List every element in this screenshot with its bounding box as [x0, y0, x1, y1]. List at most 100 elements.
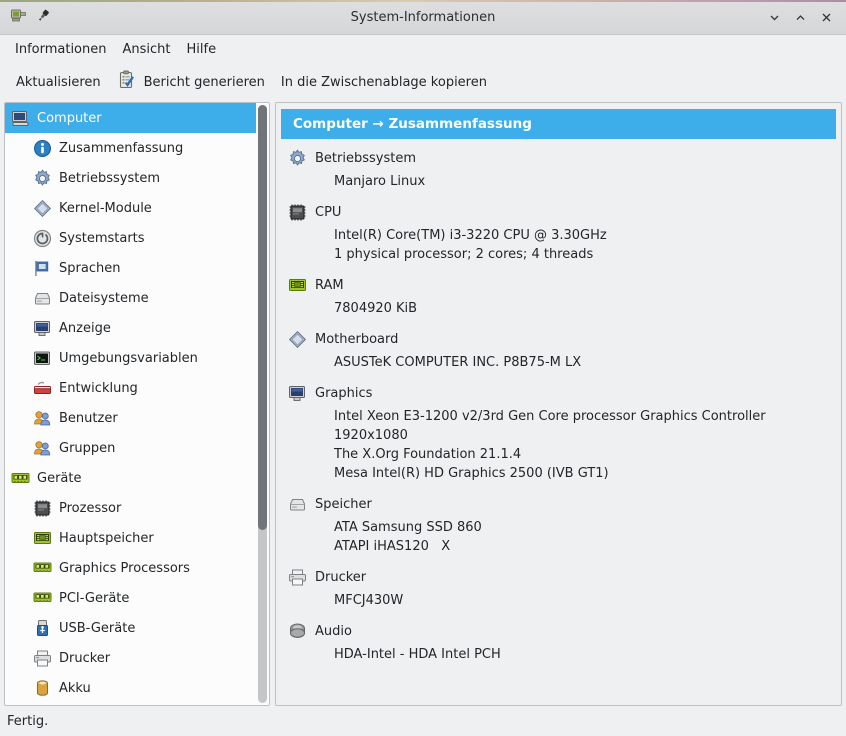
sidebar-item-graphics-processors[interactable]: Graphics Processors — [5, 553, 256, 583]
info-group-title: CPU — [315, 205, 341, 220]
info-group-ram: RAM7804920 KiB — [288, 276, 841, 318]
sidebar-item-label: Drucker — [59, 651, 110, 666]
generate-report-button[interactable]: Bericht generieren — [109, 66, 273, 98]
scrollbar-thumb[interactable] — [258, 105, 267, 530]
battery-icon — [33, 679, 52, 698]
expansion-card-icon — [33, 589, 52, 608]
sidebar-item-systemstarts[interactable]: Systemstarts — [5, 223, 256, 253]
toolbar-report-label: Bericht generieren — [144, 75, 265, 90]
sidebar-item-benutzer[interactable]: Benutzer — [5, 403, 256, 433]
sidebar-item-label: Systemstarts — [59, 231, 145, 246]
info-group-value: ASUSTeK COMPUTER INC. P8B75-M LX — [288, 353, 841, 372]
harddisk-icon — [288, 495, 307, 514]
info-group-value: ATA Samsung SSD 860 ATAPI iHAS120 X — [288, 518, 841, 556]
info-group-title: Motherboard — [315, 332, 398, 347]
sidebar-item-pci-ger-te[interactable]: PCI-Geräte — [5, 583, 256, 613]
sidebar-item-entwicklung[interactable]: Entwicklung — [5, 373, 256, 403]
sidebar-item-dateisysteme[interactable]: Dateisysteme — [5, 283, 256, 313]
users-icon — [33, 409, 52, 428]
info-group-title: Audio — [315, 624, 352, 639]
sidebar-item-sensoren[interactable]: Sensoren — [5, 703, 256, 705]
menubar: Informationen Ansicht Hilfe — [0, 35, 846, 64]
info-group-header: Graphics — [288, 384, 841, 403]
sidebar-item-label: Umgebungsvariablen — [59, 351, 198, 366]
info-group-header: Speicher — [288, 495, 841, 514]
menu-informationen[interactable]: Informationen — [7, 39, 115, 60]
window-controls — [762, 5, 846, 29]
sidebar-item-betriebssystem[interactable]: Betriebssystem — [5, 163, 256, 193]
info-group-audio: AudioHDA-Intel - HDA Intel PCH — [288, 622, 841, 664]
computer-app-icon[interactable] — [10, 7, 27, 28]
refresh-button[interactable]: Aktualisieren — [8, 71, 109, 94]
sidebar-item-hauptspeicher[interactable]: Hauptspeicher — [5, 523, 256, 553]
titlebar-left-icons — [0, 7, 51, 28]
toolbox-icon — [33, 379, 52, 398]
sidebar-item-akku[interactable]: Akku — [5, 673, 256, 703]
statusbar: Fertig. — [0, 706, 846, 736]
power-icon — [33, 229, 52, 248]
expansion-card-icon — [33, 559, 52, 578]
sidebar-item-label: Computer — [37, 111, 102, 126]
info-group-value: MFCJ430W — [288, 591, 841, 610]
titlebar-accent-line — [0, 0, 846, 2]
sidebar-item-drucker[interactable]: Drucker — [5, 643, 256, 673]
harddisk-icon — [33, 289, 52, 308]
menu-hilfe[interactable]: Hilfe — [179, 39, 225, 60]
sidebar-tree[interactable]: Computer Zusammenfassung Betriebssystem Ker… — [5, 103, 256, 705]
info-group-cpu: CPUIntel(R) Core(TM) i3-3220 CPU @ 3.30G… — [288, 203, 841, 264]
chevron-up-icon[interactable] — [788, 5, 812, 29]
scrollbar-track[interactable] — [258, 105, 267, 703]
sidebar-item-zusammenfassung[interactable]: Zusammenfassung — [5, 133, 256, 163]
sidebar-panel: Computer Zusammenfassung Betriebssystem Ker… — [4, 102, 270, 706]
window-title: System-Informationen — [0, 10, 846, 25]
info-group-header: Audio — [288, 622, 841, 641]
sidebar-item-label: Akku — [59, 681, 91, 696]
sidebar-item-gruppen[interactable]: Gruppen — [5, 433, 256, 463]
gear-icon — [33, 169, 52, 188]
audio-icon — [288, 622, 307, 641]
sidebar-scrollbar[interactable] — [256, 103, 269, 705]
copy-to-clipboard-button[interactable]: In die Zwischenablage kopieren — [273, 71, 495, 94]
sidebar-item-label: Gruppen — [59, 441, 115, 456]
info-group-header: Motherboard — [288, 330, 841, 349]
memory-chip-icon — [11, 469, 30, 488]
info-group-title: Speicher — [315, 497, 372, 512]
monitor-icon — [33, 319, 52, 338]
chevron-down-icon[interactable] — [762, 5, 786, 29]
toolbar: Aktualisieren Bericht generieren In die … — [0, 64, 846, 100]
clipboard-check-icon — [117, 70, 137, 94]
sidebar-item-usb-ger-te[interactable]: USB-Geräte — [5, 613, 256, 643]
sidebar-item-sprachen[interactable]: Sprachen — [5, 253, 256, 283]
menu-ansicht[interactable]: Ansicht — [115, 39, 179, 60]
pin-icon[interactable] — [36, 8, 51, 27]
sidebar-item-label: Betriebssystem — [59, 171, 160, 186]
ram-icon — [288, 276, 307, 295]
sidebar-item-ger-te[interactable]: Geräte — [5, 463, 256, 493]
sidebar-item-kernel-module[interactable]: Kernel-Module — [5, 193, 256, 223]
sidebar-item-prozessor[interactable]: Prozessor — [5, 493, 256, 523]
ram-icon — [33, 529, 52, 548]
sidebar-item-label: Graphics Processors — [59, 561, 190, 576]
close-icon[interactable] — [814, 5, 838, 29]
monitor-icon — [288, 384, 307, 403]
computer-icon — [11, 109, 30, 128]
printer-icon — [33, 649, 52, 668]
info-group-header: Drucker — [288, 568, 841, 587]
info-group-betriebssystem: BetriebssystemManjaro Linux — [288, 149, 841, 191]
toolbar-copy-label: In die Zwischenablage kopieren — [281, 75, 487, 90]
sidebar-item-label: Benutzer — [59, 411, 118, 426]
status-text: Fertig. — [7, 714, 48, 729]
sidebar-item-label: Dateisysteme — [59, 291, 149, 306]
terminal-icon — [33, 349, 52, 368]
sidebar-item-label: Geräte — [37, 471, 81, 486]
sidebar-item-computer[interactable]: Computer — [5, 103, 256, 133]
sidebar-item-label: Anzeige — [59, 321, 111, 336]
info-group-title: Drucker — [315, 570, 366, 585]
info-group-header: RAM — [288, 276, 841, 295]
sidebar-item-anzeige[interactable]: Anzeige — [5, 313, 256, 343]
cpu-icon — [33, 499, 52, 518]
sidebar-item-umgebungsvariablen[interactable]: Umgebungsvariablen — [5, 343, 256, 373]
toolbar-refresh-label: Aktualisieren — [16, 75, 101, 90]
flag-icon — [33, 259, 52, 278]
info-group-title: Betriebssystem — [315, 151, 416, 166]
